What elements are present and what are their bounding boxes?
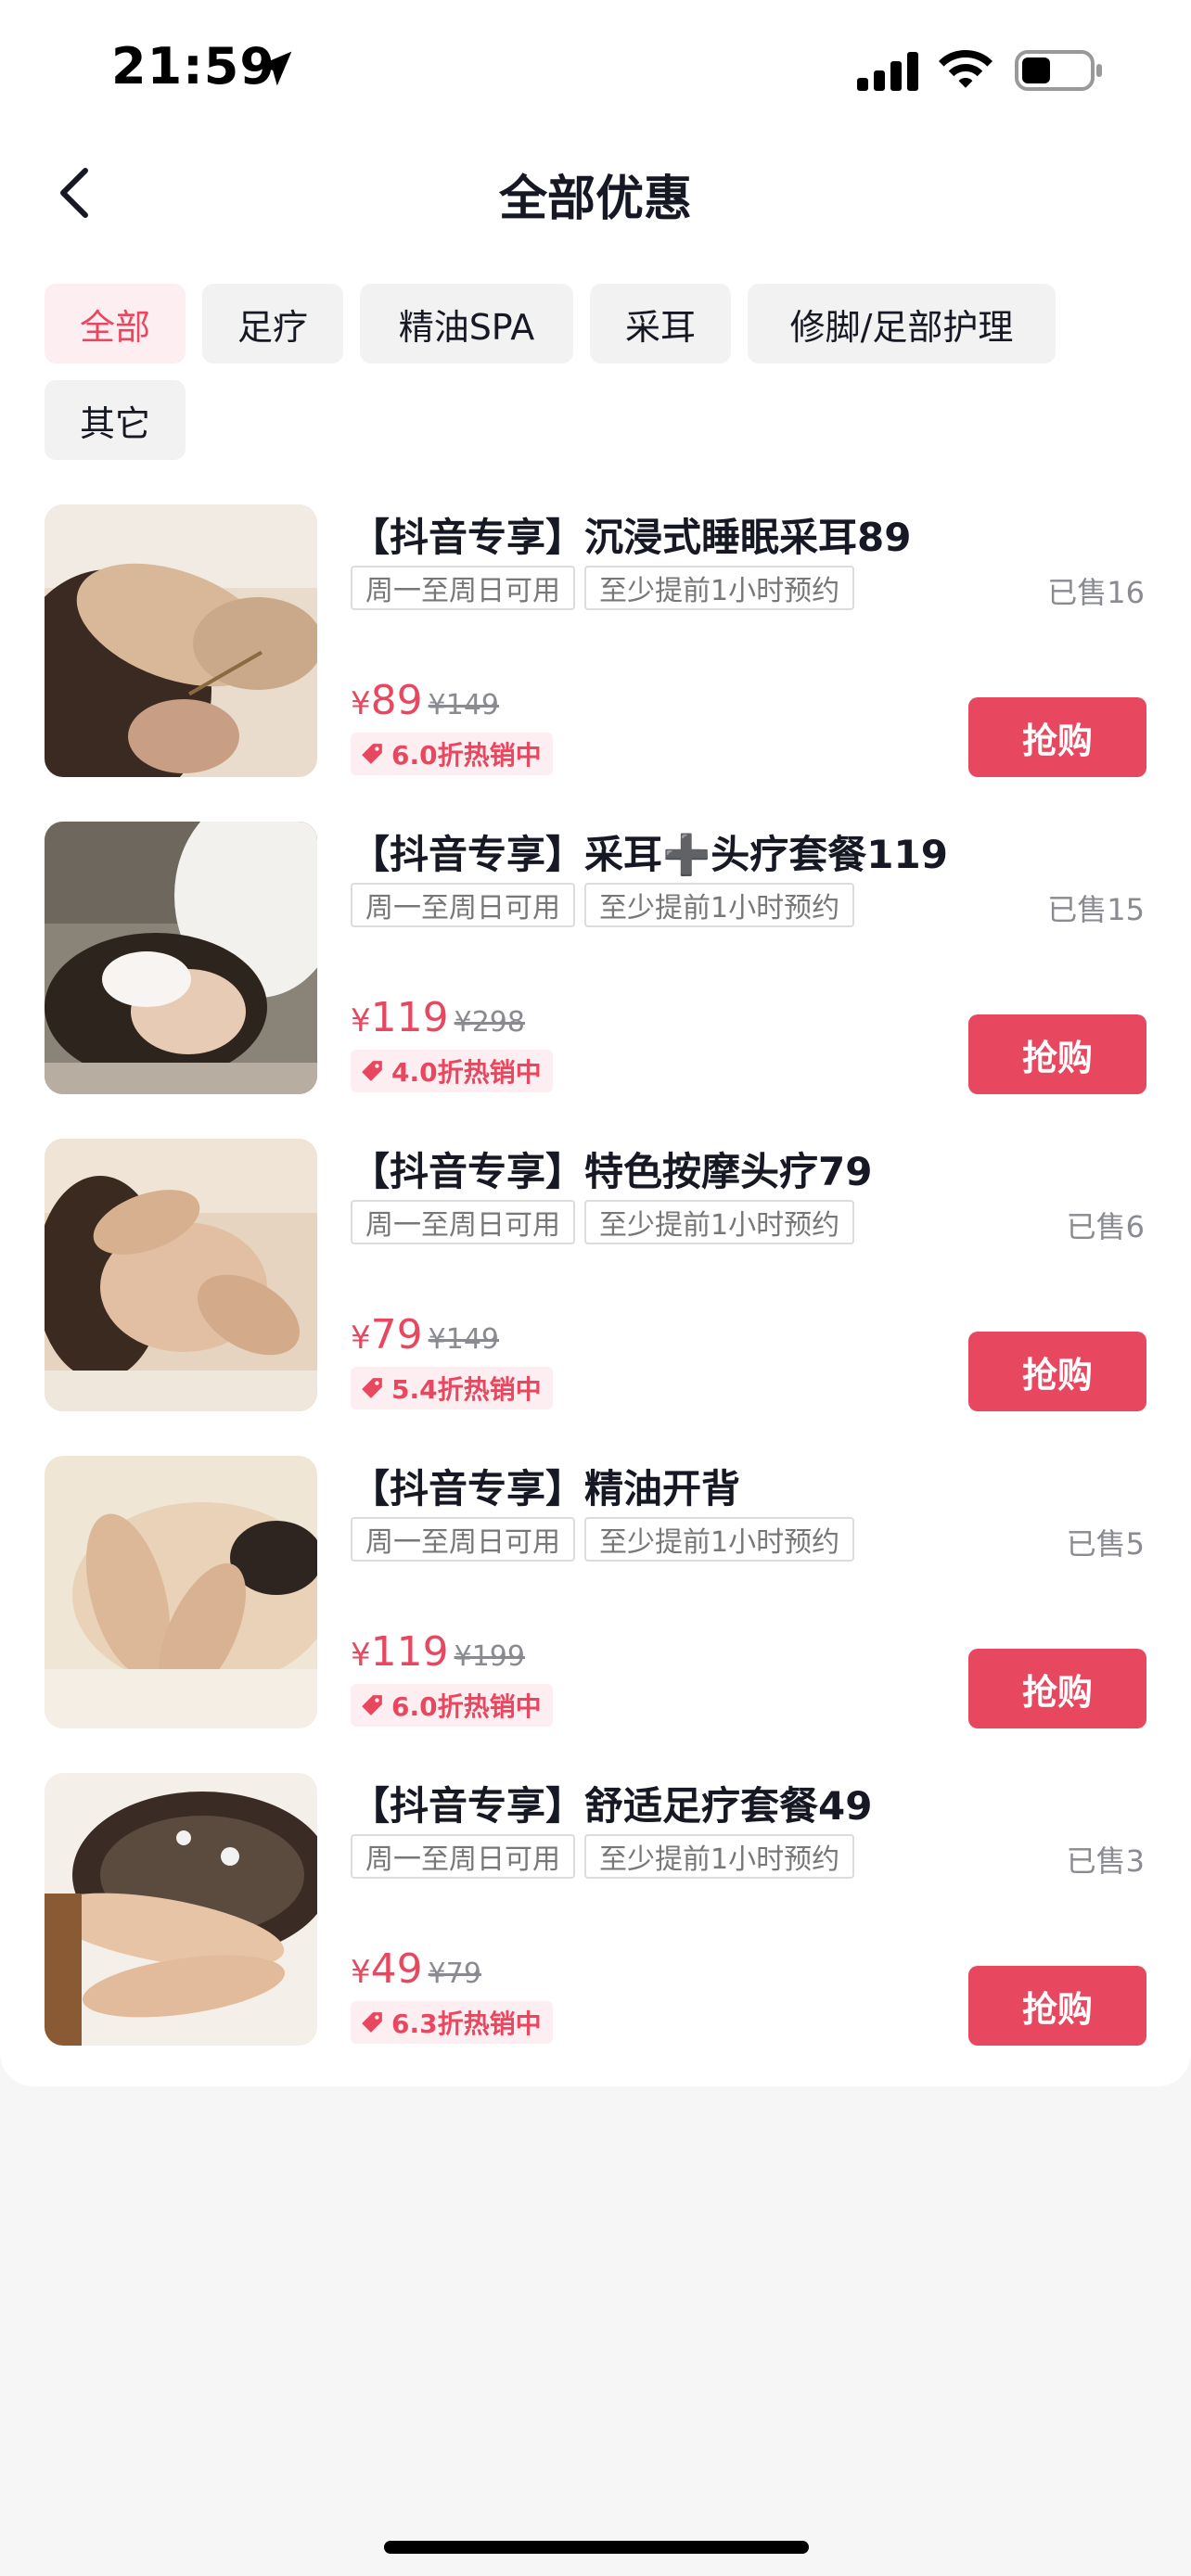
original-price: ¥149 [428,689,499,721]
cellular-signal-icon [857,52,918,91]
buy-button[interactable]: 抢购 [968,1332,1146,1411]
buy-button[interactable]: 抢购 [968,1649,1146,1728]
original-price: ¥149 [428,1323,499,1356]
deal-item[interactable]: 【抖音专享】精油开背 周一至周日可用 至少提前1小时预约 已售5 ¥119 ¥19… [0,1456,1191,1773]
reservation-tag: 至少提前1小时预约 [584,1834,855,1879]
original-price: ¥199 [454,1640,525,1673]
current-price: ¥79 [351,1311,423,1358]
deal-title: 【抖音专享】精油开背 [351,1466,741,1511]
tab-other[interactable]: 其它 [45,380,186,460]
location-arrow-icon [257,51,292,86]
page-title: 全部优惠 [498,172,692,227]
price-tag-icon [362,1378,382,1398]
current-price: ¥119 [351,1628,449,1676]
original-price: ¥79 [428,1958,481,1990]
sold-count: 已售6 [1066,1209,1145,1244]
deal-item[interactable]: 【抖音专享】特色按摩头疗79 周一至周日可用 至少提前1小时预约 已售6 ¥79… [0,1139,1191,1456]
current-price: ¥49 [351,1945,423,1993]
buy-button[interactable]: 抢购 [968,697,1146,777]
deal-item[interactable]: 【抖音专享】沉浸式睡眠采耳89 周一至周日可用 至少提前1小时预约 已售16 ¥… [0,504,1191,822]
deal-image [45,504,317,777]
availability-tag: 周一至周日可用 [351,1200,575,1244]
discount-badge: 6.0折热销中 [351,733,553,775]
reservation-tag: 至少提前1小时预约 [584,883,855,927]
current-price: ¥89 [351,677,423,724]
price-tag-icon [362,1695,382,1715]
status-bar: 21:59 [0,0,1191,139]
reservation-tag: 至少提前1小时预约 [584,1517,855,1562]
tab-ear-cleaning[interactable]: 采耳 [590,284,731,363]
availability-tag: 周一至周日可用 [351,883,575,927]
sold-count: 已售3 [1066,1843,1145,1879]
sold-count: 已售15 [1047,892,1145,927]
tab-oil-spa[interactable]: 精油SPA [360,284,573,363]
deal-item[interactable]: 【抖音专享】采耳➕头疗套餐119 周一至周日可用 至少提前1小时预约 已售15 … [0,822,1191,1139]
discount-badge: 6.0折热销中 [351,1684,553,1727]
price-line: ¥119 ¥298 [351,994,525,1041]
price-line: ¥119 ¥199 [351,1628,525,1676]
deal-title: 【抖音专享】舒适足疗套餐49 [351,1783,873,1829]
sold-count: 已售16 [1047,575,1145,610]
buy-button[interactable]: 抢购 [968,1966,1146,2046]
deal-title: 【抖音专享】沉浸式睡眠采耳89 [351,515,912,560]
wifi-icon [939,50,992,88]
current-price: ¥119 [351,994,449,1041]
discount-badge: 6.3折热销中 [351,2001,553,2044]
price-tag-icon [362,744,382,764]
availability-tag: 周一至周日可用 [351,566,575,610]
sold-count: 已售5 [1066,1526,1145,1562]
deal-title: 【抖音专享】采耳➕头疗套餐119 [351,832,948,877]
reservation-tag: 至少提前1小时预约 [584,566,855,610]
price-line: ¥89 ¥149 [351,677,499,724]
discount-badge: 5.4折热销中 [351,1367,553,1409]
price-line: ¥79 ¥149 [351,1311,499,1358]
deal-image [45,822,317,1094]
price-tag-icon [362,2012,382,2033]
status-time: 21:59 [111,37,275,96]
buy-button[interactable]: 抢购 [968,1014,1146,1094]
battery-icon [1015,50,1102,91]
tab-all[interactable]: 全部 [45,284,186,363]
navigation-bar: 全部优惠 [0,139,1191,245]
discount-badge: 4.0折热销中 [351,1050,553,1092]
tab-foot-therapy[interactable]: 足疗 [202,284,343,363]
deal-title: 【抖音专享】特色按摩头疗79 [351,1149,873,1194]
price-line: ¥49 ¥79 [351,1945,481,1993]
home-indicator[interactable] [384,2541,809,2554]
original-price: ¥298 [454,1006,525,1039]
availability-tag: 周一至周日可用 [351,1517,575,1562]
deal-image [45,1456,317,1728]
deal-image [45,1139,317,1411]
availability-tag: 周一至周日可用 [351,1834,575,1879]
deal-item[interactable]: 【抖音专享】舒适足疗套餐49 周一至周日可用 至少提前1小时预约 已售3 ¥49… [0,1773,1191,2090]
reservation-tag: 至少提前1小时预约 [584,1200,855,1244]
tab-pedicure[interactable]: 修脚/足部护理 [748,284,1056,363]
deal-image [45,1773,317,2046]
price-tag-icon [362,1061,382,1081]
